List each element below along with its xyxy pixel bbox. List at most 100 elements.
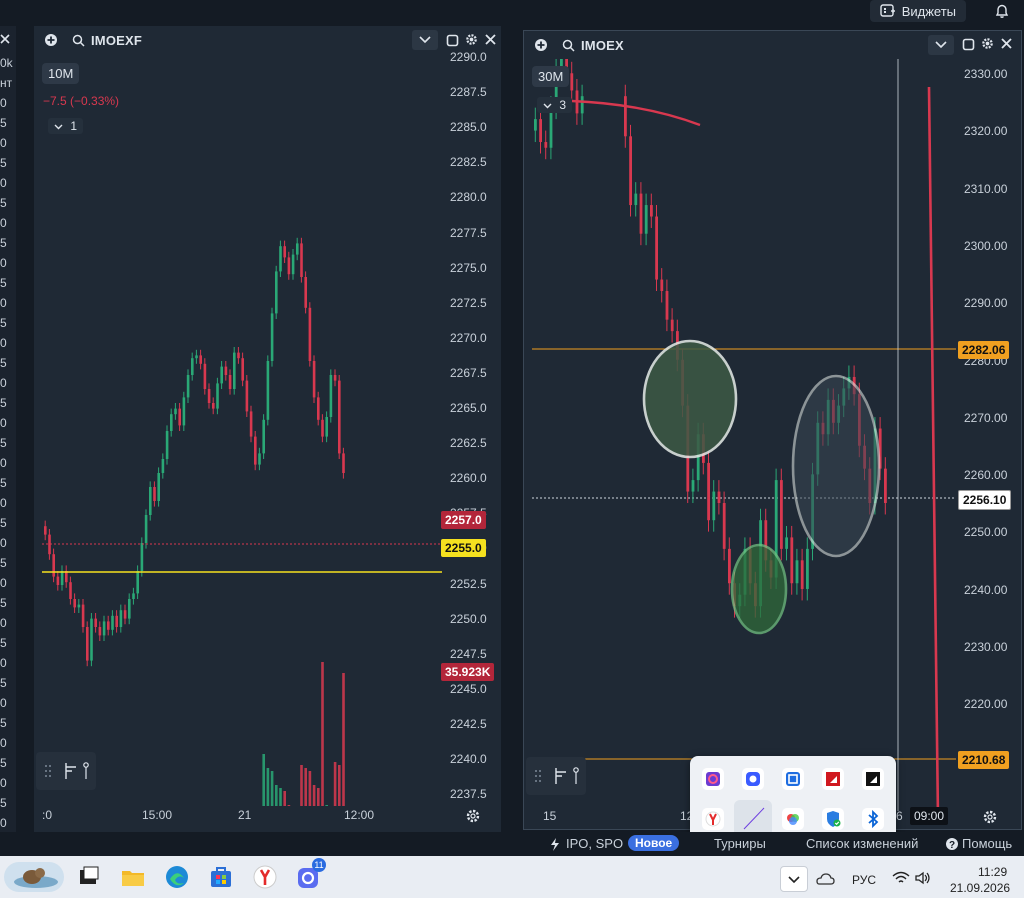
ipo-spo-link[interactable]: IPO, SPO	[566, 836, 623, 851]
remote-desktop-icon[interactable]	[782, 768, 804, 790]
ticker-label[interactable]: IMOEX	[581, 38, 624, 53]
bell-icon[interactable]	[994, 3, 1010, 19]
close-icon[interactable]	[0, 32, 14, 46]
axis-value-fragment: 5	[0, 596, 7, 610]
settings-icon[interactable]	[981, 37, 994, 50]
yandex-browser-icon[interactable]	[252, 864, 278, 890]
timeframe-badge[interactable]: 30M	[532, 66, 570, 87]
level-price-tag: 2255.0	[441, 539, 486, 557]
messenger-icon[interactable]: 11	[296, 858, 326, 890]
offscreen-panel-strip: 0k нт 0 5 0 5 0 5 0 5 0 5 0 5 0 5 0 5 0 5 0 5 0 5 0 5 0 5 0 5 0 5 0 5 0 5 0 5…	[0, 26, 16, 832]
candlestick	[544, 130, 548, 160]
y-tick-label: 2275.0	[450, 260, 487, 275]
help-icon[interactable]: ?	[945, 837, 959, 851]
settings-icon[interactable]	[465, 33, 478, 46]
changelog-link[interactable]: Список изменений	[806, 836, 918, 851]
candlestick	[534, 107, 537, 143]
candlestick	[639, 182, 643, 246]
drawing-tools[interactable]	[36, 752, 96, 790]
axis-value-fragment: 0	[0, 296, 7, 310]
y-tick-label: 2220.00	[964, 697, 1008, 712]
ticker-dropdown-button[interactable]	[412, 30, 438, 50]
defender-icon[interactable]	[822, 808, 844, 830]
panel-header: IMOEXF	[34, 26, 501, 54]
volume-bar	[304, 768, 307, 806]
y-tick-label: 2247.5	[450, 646, 487, 661]
candlestick	[98, 621, 102, 641]
highlight-ellipse[interactable]	[791, 374, 881, 558]
axis-value-fragment: 0	[0, 776, 7, 790]
volume-icon[interactable]	[914, 871, 932, 885]
widgets-weather-icon[interactable]	[4, 862, 64, 892]
axis-value-fragment: 0k	[0, 56, 13, 70]
clock-date[interactable]: 21.09.2026	[950, 881, 1010, 895]
y-tick-label: 2272.5	[450, 295, 487, 310]
axis-value-fragment: 5	[0, 676, 7, 690]
chart-settings-icon[interactable]	[465, 808, 481, 824]
chart-settings-icon[interactable]	[982, 809, 998, 825]
line-tool-icon[interactable]	[572, 766, 580, 786]
candlestick	[123, 604, 127, 625]
close-icon[interactable]	[484, 33, 497, 46]
ruler-tool-icon[interactable]	[64, 761, 78, 781]
search-icon[interactable]	[72, 34, 85, 47]
add-icon[interactable]	[534, 38, 548, 52]
candlestick	[624, 84, 627, 148]
last-price-tag: 2256.10	[958, 490, 1012, 510]
volume-bar	[317, 788, 320, 806]
y-tick-label: 2262.5	[450, 436, 487, 451]
ruler-tool-icon[interactable]	[554, 766, 568, 786]
store-icon[interactable]	[208, 864, 234, 890]
indicator-collapse-button[interactable]: 3	[537, 97, 573, 113]
candlestick	[329, 369, 333, 423]
show-hidden-icons-button[interactable]	[780, 866, 808, 892]
podcast-app-icon[interactable]	[702, 768, 724, 790]
amd-software-icon[interactable]	[862, 768, 884, 790]
axis-value-fragment: 0	[0, 376, 7, 390]
candlestick	[650, 193, 653, 228]
candlestick	[228, 369, 232, 395]
amd-icon[interactable]	[822, 768, 844, 790]
wifi-icon[interactable]	[892, 871, 910, 885]
search-icon[interactable]	[562, 39, 575, 52]
tournaments-link[interactable]: Турниры	[714, 836, 766, 851]
drawn-trend-curve[interactable]	[571, 99, 701, 127]
color-app-icon[interactable]	[782, 808, 804, 830]
highlight-ellipse[interactable]	[642, 339, 738, 459]
maximize-icon[interactable]	[962, 38, 975, 51]
y-tick-label: 2240.00	[964, 582, 1008, 597]
axis-value-fragment: 0	[0, 616, 7, 630]
axis-value-fragment: 5	[0, 156, 7, 170]
maximize-icon[interactable]	[446, 34, 459, 47]
price-chart-imoexf[interactable]	[34, 54, 442, 806]
file-explorer-icon[interactable]	[120, 864, 146, 890]
clock-time[interactable]: 11:29	[978, 865, 1007, 879]
edge-browser-icon[interactable]	[164, 864, 190, 890]
language-indicator[interactable]: РУС	[852, 873, 876, 887]
ticker-label[interactable]: IMOEXF	[91, 33, 142, 48]
onedrive-icon[interactable]	[815, 872, 835, 886]
y-tick-label: 2290.0	[450, 50, 487, 64]
drag-handle-icon[interactable]	[534, 769, 542, 783]
highlight-ellipse[interactable]	[730, 543, 788, 635]
bluetooth-icon[interactable]	[862, 808, 884, 830]
camera-app-icon[interactable]	[742, 768, 764, 790]
volume-bar	[279, 788, 282, 806]
price-chart-imoex[interactable]	[524, 59, 956, 811]
y-tick-label: 2245.0	[450, 681, 487, 696]
drawing-tools[interactable]	[526, 757, 586, 795]
widgets-button[interactable]: Виджеты	[869, 0, 966, 22]
yandex-icon[interactable]	[702, 808, 724, 830]
candlestick	[342, 447, 345, 479]
axis-value-fragment: 0	[0, 576, 7, 590]
drawn-vertical-line[interactable]	[927, 86, 940, 811]
drag-handle-icon[interactable]	[44, 764, 52, 778]
close-icon[interactable]	[1000, 37, 1013, 50]
candlestick	[717, 480, 721, 515]
task-view-icon[interactable]	[76, 864, 102, 890]
add-icon[interactable]	[44, 33, 58, 47]
line-tool-icon[interactable]	[82, 761, 90, 781]
help-link[interactable]: Помощь	[962, 836, 1012, 851]
ticker-dropdown-button[interactable]	[928, 35, 954, 55]
y-tick-label: 2267.5	[450, 365, 487, 380]
